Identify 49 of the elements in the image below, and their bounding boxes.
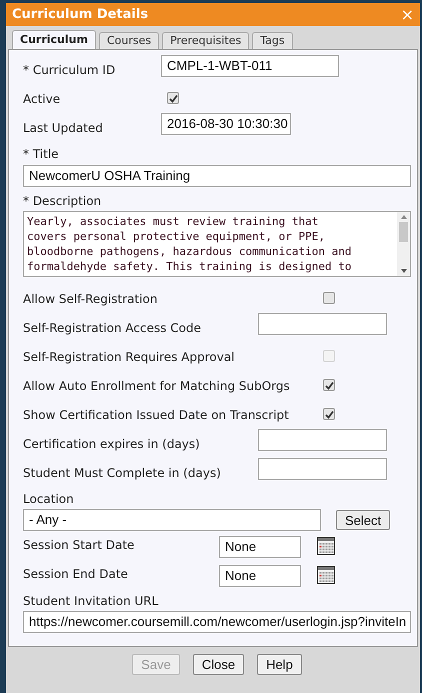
calendar-icon[interactable] bbox=[317, 566, 335, 584]
checkmark-icon bbox=[168, 94, 178, 102]
dialog-button[interactable]: Close bbox=[192, 654, 244, 675]
window-title: Curriculum Details bbox=[12, 6, 148, 24]
select-button[interactable]: Select bbox=[336, 510, 390, 530]
field-label: Allow Auto Enrollment for Matching SubOrgs bbox=[23, 378, 291, 395]
field-label: Self-Registration Access Code bbox=[23, 320, 202, 337]
field-label: * Title bbox=[23, 147, 60, 161]
field-label: Location bbox=[23, 492, 75, 506]
description-line: Yearly, associates must review training that bbox=[27, 214, 320, 229]
tab[interactable]: Curriculum bbox=[12, 30, 96, 49]
field-label: * Description bbox=[23, 194, 102, 208]
tab[interactable]: Tags bbox=[252, 32, 293, 49]
field-label: Allow Self-Registration bbox=[23, 291, 158, 308]
tab[interactable]: Courses bbox=[98, 32, 160, 49]
tab[interactable]: Prerequisites bbox=[162, 32, 250, 49]
description-line: bloodborne pathogens, hazardous communication and bbox=[27, 244, 353, 259]
field-label: Session End Date bbox=[23, 566, 129, 583]
input-field[interactable]: 2016-08-30 10:30:30 bbox=[161, 113, 291, 135]
scroll-thumb[interactable] bbox=[399, 222, 408, 242]
input-field[interactable]: None bbox=[219, 536, 301, 558]
checkmark-icon bbox=[324, 380, 334, 390]
field-label: Active bbox=[23, 91, 62, 108]
field-label: Student Must Complete in (days) bbox=[23, 465, 222, 482]
input-field[interactable]: None bbox=[219, 565, 301, 587]
input-field[interactable] bbox=[258, 429, 387, 451]
description-line: covers personal protective equipment, or PPE, bbox=[27, 229, 326, 244]
field-label: * Curriculum ID bbox=[23, 62, 116, 79]
checkmark-icon bbox=[324, 410, 334, 418]
checkbox[interactable] bbox=[323, 408, 335, 420]
calendar-icon[interactable] bbox=[317, 537, 335, 555]
description-line: formaldehyde safety. This training is designed to bbox=[27, 259, 353, 274]
field-label: Session Start Date bbox=[23, 537, 136, 554]
dialog-button[interactable]: Help bbox=[257, 654, 302, 675]
input-field[interactable]: NewcomerU OSHA Training bbox=[23, 165, 411, 187]
description-textarea[interactable]: Yearly, associates must review training that covers personal protective equipment, or PPE, bloodborne pathogens, hazardous communication and formaldehyde safety. This training is designed to bbox=[23, 211, 411, 277]
field-label: Last Updated bbox=[23, 120, 104, 137]
field-label: Show Certification Issued Date on Transcript bbox=[23, 407, 290, 424]
field-label: Student Invitation URL bbox=[23, 594, 160, 608]
input-field[interactable] bbox=[258, 313, 387, 335]
field-label: Self-Registration Requires Approval bbox=[23, 349, 236, 366]
field-label: Certification expires in (days) bbox=[23, 436, 201, 453]
checkbox[interactable] bbox=[167, 92, 179, 104]
input-field[interactable]: CMPL-1-WBT-011 bbox=[161, 55, 339, 77]
url-field[interactable]: https://newcomer.coursemill.com/newcomer/userlogin.jsp?inviteIn bbox=[23, 611, 411, 633]
input-field[interactable]: - Any - bbox=[23, 508, 321, 530]
checkbox[interactable] bbox=[323, 379, 335, 391]
checkbox[interactable] bbox=[323, 292, 335, 304]
input-field[interactable] bbox=[258, 458, 387, 480]
